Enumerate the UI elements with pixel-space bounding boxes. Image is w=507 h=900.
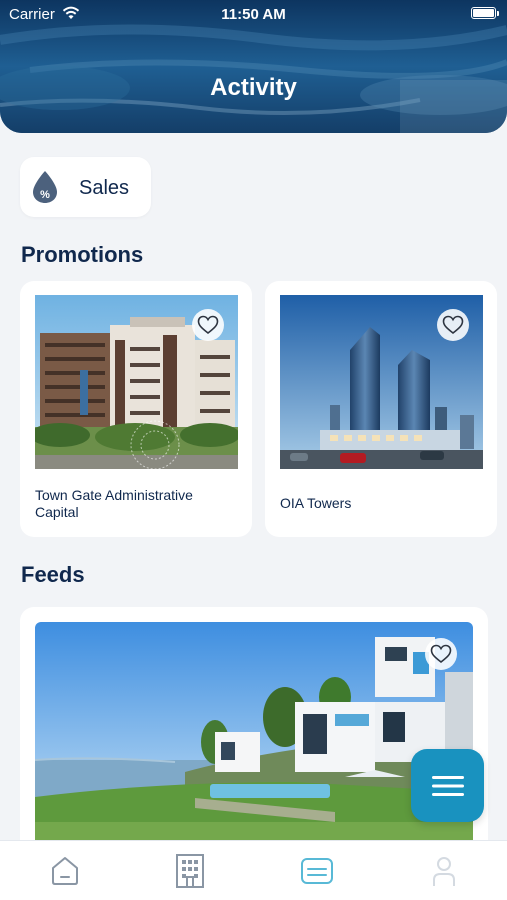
favorite-heart-icon[interactable] xyxy=(437,309,469,341)
favorite-heart-icon[interactable] xyxy=(192,309,224,341)
status-bar: Carrier 11:50 AM xyxy=(0,4,507,24)
promotion-caption: Town Gate Administrative Capital xyxy=(35,487,193,520)
promotion-caption: OIA Towers xyxy=(280,495,352,511)
promotions-section-title: Promotions xyxy=(21,242,144,267)
battery-icon xyxy=(471,7,499,19)
home-icon xyxy=(52,857,78,885)
favorite-heart-icon[interactable] xyxy=(425,638,457,670)
activity-card-icon xyxy=(301,858,333,884)
page-title: Activity xyxy=(210,74,297,101)
tab-profile[interactable] xyxy=(424,851,464,891)
tab-activity[interactable] xyxy=(297,851,337,891)
profile-icon xyxy=(433,857,455,886)
feed-card[interactable] xyxy=(20,607,488,867)
feed-photo xyxy=(35,622,473,852)
promotion-card-oia-towers[interactable]: OIA Towers xyxy=(265,281,497,537)
feeds-section-title: Feeds xyxy=(21,562,85,587)
bottom-tab-bar xyxy=(0,840,507,900)
building-icon xyxy=(176,854,204,888)
menu-fab-button[interactable] xyxy=(411,749,484,822)
sales-label: Sales xyxy=(79,177,130,199)
status-time: 11:50 AM xyxy=(221,6,286,23)
promotion-card-town-gate[interactable]: Town Gate Administrative Capital xyxy=(20,281,252,537)
percent-drop-icon: % xyxy=(33,171,57,203)
header-banner: Carrier 11:50 AM Activity xyxy=(0,0,507,133)
tab-properties[interactable] xyxy=(170,851,210,891)
tab-home[interactable] xyxy=(45,851,85,891)
sales-category-button[interactable]: % Sales xyxy=(20,157,151,217)
hamburger-menu-icon xyxy=(431,775,464,796)
svg-text:%: % xyxy=(40,189,50,201)
